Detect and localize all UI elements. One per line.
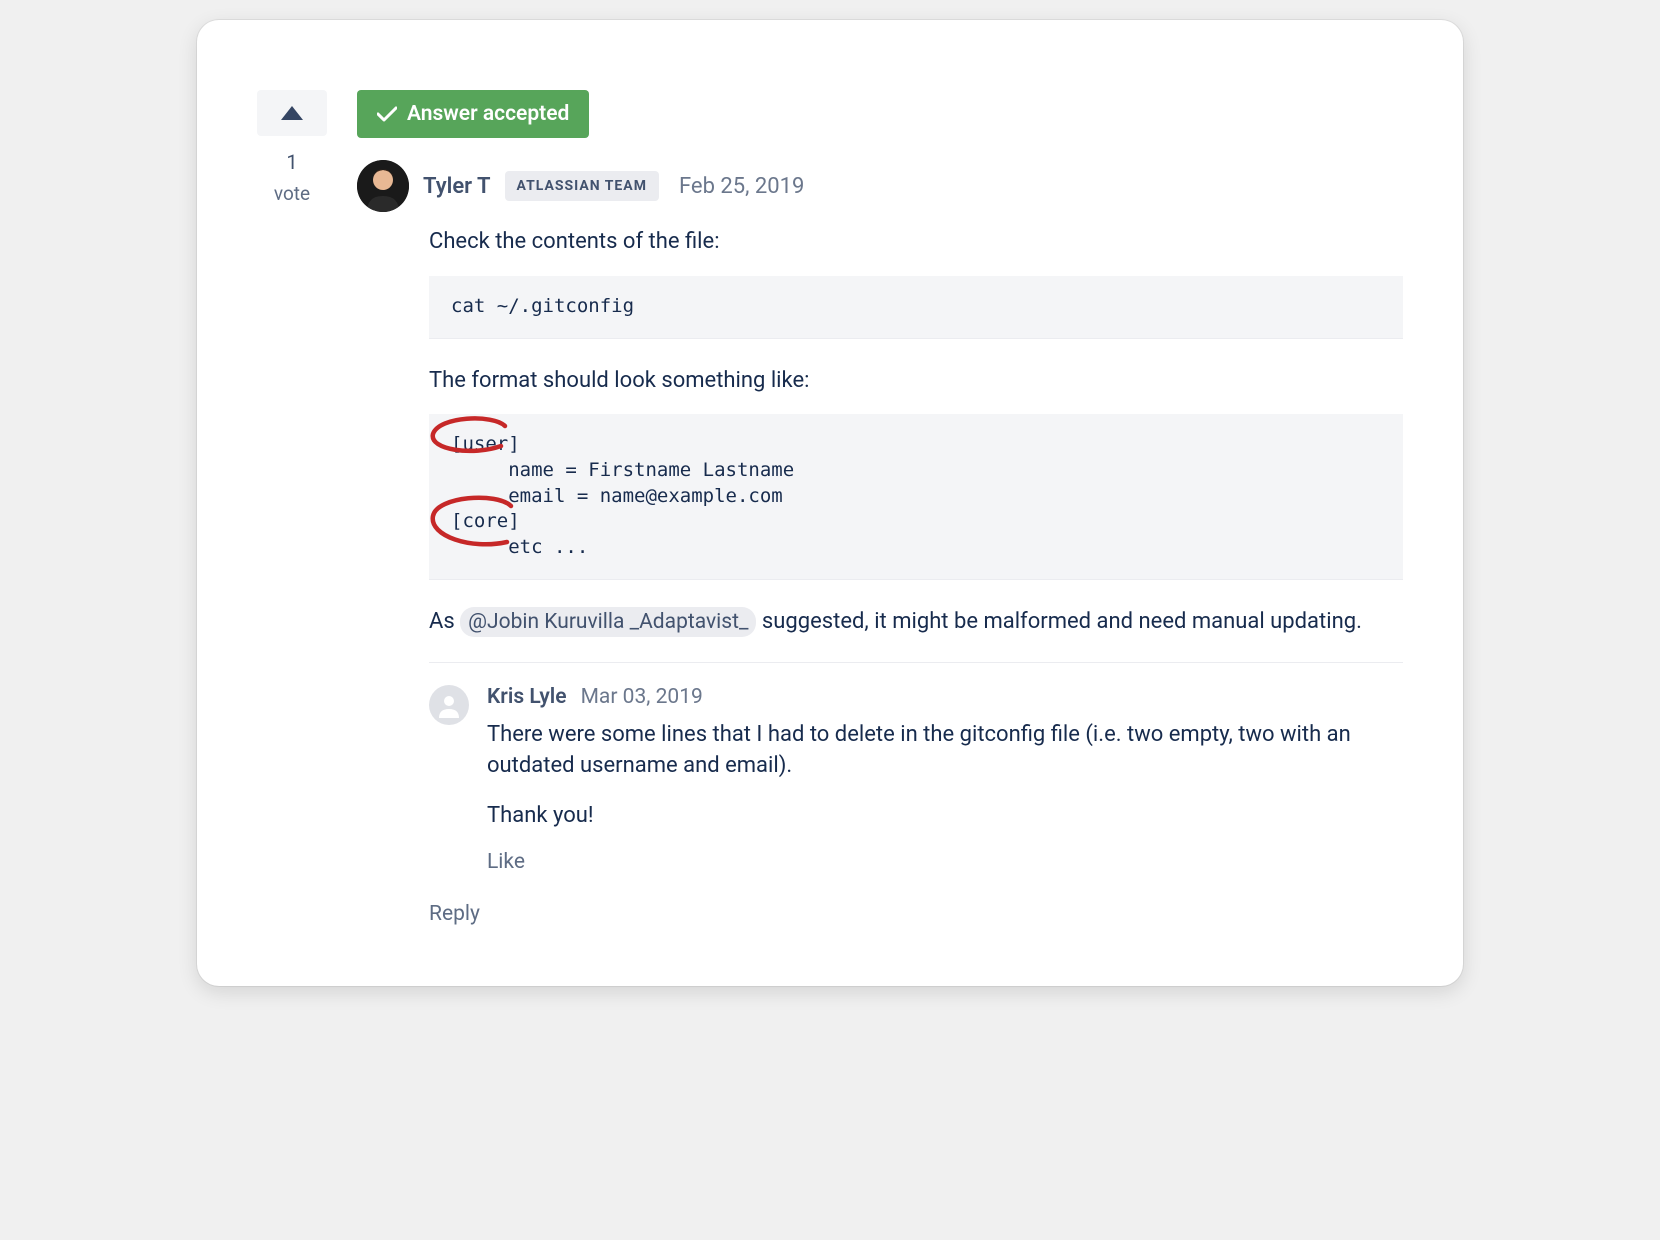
author-avatar[interactable] — [357, 160, 409, 212]
vote-column: 1 vote — [257, 90, 327, 926]
code-block-1: cat ~/.gitconfig — [429, 276, 1403, 339]
answer-date: Feb 25, 2019 — [679, 174, 804, 199]
avatar-image-icon — [357, 160, 409, 212]
answer-accepted-badge: Answer accepted — [357, 90, 589, 138]
comment-text-1: There were some lines that I had to dele… — [487, 719, 1403, 783]
comment-author[interactable]: Kris Lyle — [487, 685, 567, 709]
comment-header: Kris Lyle Mar 03, 2019 — [487, 685, 1403, 709]
main-column: Answer accepted Tyler T ATLASSIAN TEAM F… — [357, 90, 1403, 926]
answer-card: 1 vote Answer accepted — [197, 20, 1463, 986]
divider — [429, 662, 1403, 663]
author-name[interactable]: Tyler T — [423, 174, 491, 199]
team-badge: ATLASSIAN TEAM — [505, 171, 659, 201]
comment-body: Kris Lyle Mar 03, 2019 There were some l… — [487, 685, 1403, 875]
user-mention[interactable]: @Jobin Kuruvilla _Adaptavist_ — [460, 607, 756, 637]
intro-text: Check the contents of the file: — [429, 226, 1403, 258]
layout: 1 vote Answer accepted — [257, 90, 1403, 926]
comment-date: Mar 03, 2019 — [581, 685, 703, 709]
answer-body: Check the contents of the file: cat ~/.g… — [429, 226, 1403, 926]
like-button[interactable]: Like — [487, 850, 1403, 874]
comment-avatar[interactable] — [429, 685, 469, 725]
upvote-button[interactable] — [257, 90, 327, 136]
comment-text-2: Thank you! — [487, 800, 1403, 832]
closing-text: As @Jobin Kuruvilla _Adaptavist_ suggest… — [429, 606, 1403, 638]
accepted-label: Answer accepted — [407, 102, 569, 126]
closing-pre: As — [429, 609, 460, 634]
code-block-2: [user] name = Firstname Lastname email =… — [429, 414, 1403, 579]
check-icon — [377, 106, 397, 122]
vote-label: vote — [274, 182, 310, 205]
comment: Kris Lyle Mar 03, 2019 There were some l… — [429, 685, 1403, 875]
closing-post: suggested, it might be malformed and nee… — [756, 609, 1361, 634]
answer-header: Tyler T ATLASSIAN TEAM Feb 25, 2019 — [357, 160, 1403, 212]
reply-button[interactable]: Reply — [429, 902, 480, 926]
format-label: The format should look something like: — [429, 365, 1403, 397]
vote-count: 1 — [286, 150, 297, 174]
person-icon — [436, 692, 462, 718]
triangle-up-icon — [281, 106, 303, 120]
code-block-2-wrapper: [user] name = Firstname Lastname email =… — [429, 414, 1403, 579]
